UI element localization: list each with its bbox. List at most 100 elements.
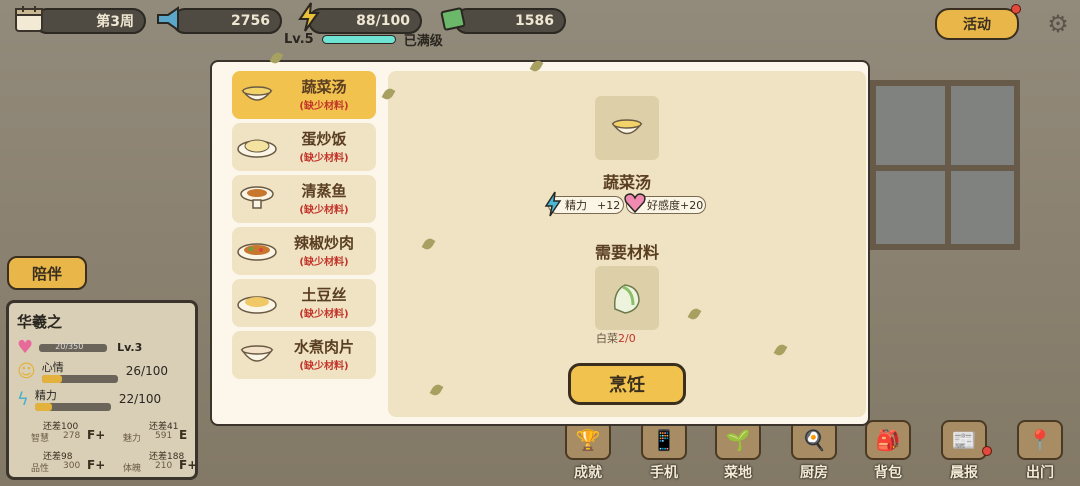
mood-value: 26/100 (125, 364, 168, 378)
nav-label: 手机 (650, 465, 678, 481)
stamina-bar (34, 403, 111, 411)
attr-grade: E (179, 428, 188, 442)
recipe-name: 清蒸鱼 (301, 182, 347, 200)
stamina-label: 精力 (34, 389, 57, 402)
selected-dish-name: 蔬菜汤 (602, 173, 651, 192)
attr-label: 品性 (31, 464, 50, 474)
attr-label: 智慧 (31, 434, 50, 444)
heart-icon (624, 192, 646, 218)
phone-icon: 📱 (641, 420, 687, 460)
affection-row: ♥ 20/350 Lv.3 (17, 337, 142, 358)
recipe-item[interactable]: 清蒸鱼 (缺少材料) (232, 175, 376, 223)
affection-effect-value: 好感度+20 (647, 199, 704, 212)
event-button[interactable]: 活动 (935, 8, 1019, 40)
attr-value: 591 (155, 431, 173, 441)
gear-icon[interactable]: ⚙ (1044, 10, 1072, 38)
recipe-name: 水煮肉片 (293, 338, 354, 356)
nav-go-out[interactable]: 📍 出门 (1010, 408, 1070, 482)
lightning-icon (292, 1, 326, 33)
soup-bowl-icon (611, 119, 643, 135)
recipe-name: 土豆丝 (301, 286, 347, 304)
steamed-fish-icon (236, 183, 278, 215)
week-label: 第3周 (96, 14, 134, 30)
nav-label: 厨房 (800, 465, 828, 481)
recipe-item[interactable]: 蔬菜汤 (缺少材料) (232, 71, 376, 119)
recipe-status: (缺少材料) (299, 309, 349, 320)
mood-label: 心情 (41, 361, 64, 374)
trophy-icon: 🏆 (565, 420, 611, 460)
recipe-status: (缺少材料) (299, 101, 349, 112)
attr-label: 魅力 (123, 434, 142, 444)
nav-label: 出门 (1026, 465, 1054, 481)
nav-label: 背包 (874, 465, 902, 481)
recipe-status: (缺少材料) (299, 205, 349, 216)
lightning-small-icon: ϟ (17, 388, 29, 410)
attr-character: 还差98 品性 300 F+ (13, 449, 105, 477)
level-progress-bar (321, 35, 396, 44)
recipe-item[interactable]: 辣椒炒肉 (缺少材料) (232, 227, 376, 275)
newspaper-notification-dot (982, 446, 992, 456)
selected-dish-image (595, 96, 659, 160)
accompany-label: 陪伴 (31, 264, 62, 283)
material-count: 2/0 (618, 332, 636, 345)
energy-value: 88/100 (356, 13, 410, 29)
backpack-icon: 🎒 (865, 420, 911, 460)
recipe-status: (缺少材料) (299, 257, 349, 268)
stove-icon: 🍳 (791, 420, 837, 460)
level-row: Lv.5 已满级 (284, 30, 443, 49)
attr-value: 210 (155, 461, 173, 471)
stamina-bar-fill (34, 403, 52, 411)
recipe-item[interactable]: 土豆丝 (缺少材料) (232, 279, 376, 327)
recipe-item[interactable]: 水煮肉片 (缺少材料) (232, 331, 376, 379)
megaphone-icon (152, 3, 186, 35)
stamina-value: 22/100 (118, 392, 162, 406)
recipe-name: 辣椒炒肉 (293, 234, 354, 252)
nav-newspaper[interactable]: 📰 晨报 (934, 408, 994, 482)
affection-bar: 20/350 (39, 341, 108, 352)
attr-value: 278 (63, 431, 81, 441)
affection-value: 20/350 (55, 341, 84, 351)
cook-button[interactable]: 烹饪 (568, 363, 686, 405)
cook-label: 烹饪 (609, 375, 645, 396)
material-label: 白菜2/0 (596, 330, 636, 346)
recipe-name: 蔬菜汤 (301, 78, 347, 96)
character-level: Lv.3 (117, 341, 143, 354)
newspaper-icon: 📰 (941, 420, 987, 460)
smiley-icon: ☺ (17, 360, 36, 382)
event-label: 活动 (963, 17, 991, 33)
material-slot[interactable] (595, 266, 659, 330)
player-level: Lv.5 (284, 32, 314, 47)
attr-wisdom: 还差100 智慧 278 F+ (13, 419, 105, 447)
recipe-status: (缺少材料) (299, 361, 349, 372)
soup-bowl-icon (236, 79, 278, 111)
sprout-icon: 🌱 (715, 420, 761, 460)
attr-grade: F+ (179, 458, 198, 472)
recipe-name: 蛋炒饭 (301, 130, 347, 148)
boiled-pork-bowl-icon (236, 339, 278, 371)
stamina-effect-value: +12 (597, 198, 621, 212)
materials-title: 需要材料 (594, 243, 659, 262)
nav-label: 成就 (574, 465, 602, 481)
attr-charm: 还差41 魅力 591 E (105, 419, 197, 447)
recipe-item[interactable]: 蛋炒饭 (缺少材料) (232, 123, 376, 171)
recipe-detail: 蔬菜汤 精力 +12 好感度+20 需要材料 白菜2/0 烹饪 (388, 71, 866, 417)
mood-bar (41, 375, 118, 383)
attr-grade: F+ (87, 428, 106, 442)
money-value: 1586 (515, 13, 554, 29)
notification-dot (1011, 4, 1021, 14)
stamina-effect-label: 精力 (565, 199, 587, 212)
mood-bar-fill (41, 375, 62, 383)
material-name: 白菜 (596, 332, 618, 345)
map-pin-icon: 📍 (1017, 420, 1063, 460)
cabbage-icon (613, 284, 640, 314)
potato-strips-icon (236, 287, 278, 319)
character-name: 华羲之 (17, 313, 63, 331)
attr-label: 体魄 (123, 464, 142, 474)
attr-physique: 还差188 体魄 210 F+ (105, 449, 197, 477)
accompany-button[interactable]: 陪伴 (7, 256, 87, 290)
level-status: 已满级 (403, 34, 443, 49)
character-panel: 华羲之 ♥ 20/350 Lv.3 ☺ 心情 26/100 ϟ 精力 22/10… (6, 300, 198, 480)
stamina-row: ϟ 精力 22/100 (17, 387, 161, 411)
fried-rice-icon (236, 131, 278, 163)
fame-display: 2756 (172, 8, 282, 34)
